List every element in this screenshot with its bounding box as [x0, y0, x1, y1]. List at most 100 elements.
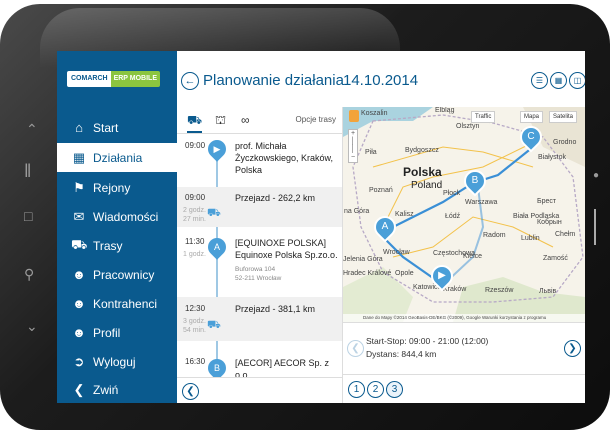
map-label: Warszawa — [465, 199, 498, 206]
sidebar-item-label: Rejony — [93, 180, 131, 195]
sidebar-item-label: Zwiń — [93, 382, 119, 397]
map-label: Chełm — [555, 231, 576, 238]
map-label: Opole — [395, 270, 414, 277]
map-label: Grodno — [553, 139, 577, 146]
travel-mode-tabs: ⛟ ⛫ ∞ Opcje trasy — [177, 107, 342, 134]
map-label: na Góra — [344, 208, 370, 215]
map-label: Kielce — [463, 253, 483, 260]
people-map-icon: ⚑ — [73, 179, 85, 195]
home-icon: ⌂ — [75, 120, 83, 135]
sidebar-item-kontrahenci[interactable]: ☻ Kontrahenci — [57, 289, 177, 318]
map-label: Hradec Králové — [343, 270, 392, 277]
start-marker-icon: ▶ — [204, 136, 230, 162]
transit-time: 12:30 — [185, 304, 206, 313]
profile-icon: ☻ — [72, 325, 86, 340]
sidebar-item-label: Start — [93, 120, 119, 135]
car-mode-icon[interactable]: ⛟ — [187, 113, 203, 133]
sidebar-item-wyloguj[interactable]: ➲ Wyloguj — [57, 347, 177, 376]
search-icon[interactable]: ⚲ — [24, 267, 34, 281]
route-options-button[interactable]: Opcje trasy — [296, 115, 336, 124]
bike-mode-icon[interactable]: ∞ — [241, 113, 250, 127]
map-label: Брест — [537, 198, 557, 205]
chevron-up-icon[interactable]: ⌃ — [26, 122, 38, 136]
sidebar-item-wiadomosci[interactable]: ✉ Wiadomości — [57, 202, 177, 231]
transit-duration: 3 godz. — [183, 318, 206, 325]
tablet-device: ⌃ ‖ □ ⚲ ⌄ ● COMARCH ERP MOBILE ⌂ Start ▦ D… — [0, 4, 610, 430]
sidebar-item-pracownicy[interactable]: ☻ Pracownicy — [57, 260, 177, 289]
stop-name[interactable]: Equinoxe Polska Sp.zo.o. — [235, 249, 338, 261]
scroll-up-button[interactable]: ❮ — [182, 383, 199, 400]
traffic-button[interactable]: Traffic — [471, 111, 496, 123]
transit-duration: 27 min. — [183, 216, 206, 223]
sidebar-item-profil[interactable]: ☻ Profil — [57, 318, 177, 347]
transit-duration: 2 godz. — [183, 207, 206, 214]
logo-product: ERP MOBILE — [110, 71, 160, 87]
pagination: 1 2 3 — [343, 374, 585, 403]
car-icon: ⛟ — [207, 207, 221, 219]
square-icon[interactable]: □ — [24, 209, 32, 223]
transit-label: Przejazd - 262,2 km — [235, 193, 316, 203]
sidebar-item-label: Profil — [93, 325, 121, 340]
map-label: Львів — [539, 288, 557, 295]
car-icon: ⛟ — [207, 319, 221, 331]
menu-lines-icon[interactable]: ‖ — [24, 162, 31, 180]
map-label: Zamość — [543, 255, 568, 262]
calendar-button-icon[interactable]: ▦ — [550, 72, 567, 89]
stop-name[interactable]: [EQUINOXE POLSKA] — [235, 237, 326, 249]
page-2-button[interactable]: 2 — [367, 381, 384, 398]
pegman-icon[interactable] — [349, 110, 359, 122]
sidebar: COMARCH ERP MOBILE ⌂ Start ▦ Działania ⚑ Re… — [57, 51, 177, 403]
stop-address: 52-211 Wrocław — [235, 275, 282, 282]
user-icon: ☻ — [72, 267, 86, 282]
map-label: Polska — [403, 165, 442, 179]
map-type-button[interactable]: Mapa — [520, 111, 544, 123]
transit-row[interactable]: 12:30 3 godz. 54 min. ⛟ Przejazd - 381,1… — [177, 297, 342, 341]
map-label: Płock — [443, 190, 461, 197]
sidebar-item-rejony[interactable]: ⚑ Rejony — [57, 173, 177, 202]
message-icon: ✉ — [73, 208, 85, 224]
stop-address: Buforowa 104 — [235, 266, 276, 273]
map-label: Koszalin — [361, 110, 388, 117]
chevron-down-icon[interactable]: ⌄ — [26, 319, 38, 333]
sidebar-item-label: Kontrahenci — [93, 296, 158, 311]
map-label: Biała Podlaska — [513, 213, 560, 220]
sidebar-item-label: Wiadomości — [93, 209, 159, 224]
save-icon[interactable]: ◫ — [569, 72, 585, 89]
list-menu-icon[interactable]: ☰ — [531, 72, 548, 89]
map-label: Wrocław — [383, 249, 410, 256]
map-label: Кобрын — [537, 219, 562, 226]
transit-row[interactable]: 09:00 2 godz. 27 min. ⛟ Przejazd - 262,2… — [177, 187, 342, 227]
sidebar-item-label: Działania — [93, 150, 143, 165]
chevron-left-icon: ❮ — [73, 381, 85, 397]
map-label: Olsztyn — [456, 123, 480, 130]
satellite-button[interactable]: Satelita — [549, 111, 578, 123]
header: ← Planowanie działania 14.10.2014 ☰ ▦ ◫ — [177, 51, 585, 107]
back-button[interactable]: ← — [181, 72, 199, 90]
map-label: Bydgoszcz — [405, 147, 439, 154]
prev-route-button[interactable]: ❮ — [347, 340, 364, 357]
next-route-button[interactable]: ❯ — [564, 340, 581, 357]
zoom-control[interactable]: + │ │ − — [348, 129, 358, 163]
users-icon: ☻ — [72, 296, 86, 311]
page-date: 14.10.2014 — [343, 72, 419, 89]
route-summary: ❮ Start-Stop: 09:00 - 21:00 (12:00) Dyst… — [343, 322, 585, 375]
sidebar-item-start[interactable]: ⌂ Start — [57, 113, 177, 142]
distance-text: Dystans: 844,4 km — [366, 349, 437, 359]
car-icon: ⛟ — [71, 236, 88, 252]
sidebar-item-label: Wyloguj — [93, 354, 136, 369]
side-button[interactable] — [594, 209, 596, 245]
sidebar-item-dzialania[interactable]: ▦ Działania — [57, 143, 177, 172]
app-screen: COMARCH ERP MOBILE ⌂ Start ▦ Działania ⚑ Re… — [57, 51, 585, 403]
comarch-logo: COMARCH ERP MOBILE — [67, 71, 160, 87]
page-1-button[interactable]: 1 — [348, 381, 365, 398]
route-map[interactable]: Traffic Mapa Satelita + │ │ − Koszalin Elbl… — [343, 107, 585, 322]
sidebar-item-label: Trasy — [93, 238, 123, 253]
sidebar-item-trasy[interactable]: ⛟ Trasy — [57, 231, 177, 260]
walk-mode-icon[interactable]: ⛫ — [215, 113, 226, 129]
marker-a-icon: A — [204, 234, 230, 260]
sidebar-item-zwin[interactable]: ❮ Zwiń — [57, 375, 177, 403]
page-3-button[interactable]: 3 — [386, 381, 403, 398]
stop-name[interactable]: prof. Michała Życzkowskiego, Kraków, Pol… — [235, 140, 339, 176]
map-label: Radom — [483, 232, 506, 239]
transit-label: Przejazd - 381,1 km — [235, 304, 316, 314]
